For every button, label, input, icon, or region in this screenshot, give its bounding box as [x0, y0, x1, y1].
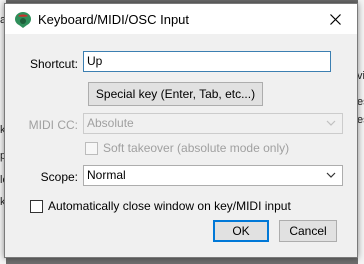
- close-icon: [329, 13, 341, 25]
- keyboard-midi-osc-input-dialog: Keyboard/MIDI/OSC Input Shortcut: Up Spe…: [4, 3, 358, 258]
- window-title: Keyboard/MIDI/OSC Input: [38, 12, 190, 27]
- midi-cc-select: Absolute: [83, 113, 343, 134]
- auto-close-checkbox[interactable]: Automatically close window on key/MIDI i…: [30, 199, 291, 213]
- background-fragment: es: [357, 96, 364, 108]
- background-app-right: [358, 0, 364, 264]
- chevron-down-icon: [326, 120, 336, 126]
- scope-value: Normal: [87, 168, 126, 182]
- auto-close-label: Automatically close window on key/MIDI i…: [48, 199, 291, 213]
- title-bar[interactable]: Keyboard/MIDI/OSC Input: [5, 4, 357, 34]
- close-button[interactable]: [313, 4, 357, 34]
- midi-cc-value: Absolute: [87, 116, 134, 130]
- ok-button[interactable]: OK: [213, 220, 269, 242]
- chevron-down-icon: [326, 172, 336, 178]
- reaper-logo-icon: [15, 12, 31, 28]
- cancel-button[interactable]: Cancel: [279, 220, 337, 242]
- background-fragment: es: [357, 114, 364, 126]
- checkbox-box[interactable]: [30, 199, 43, 213]
- scope-label: Scope:: [40, 170, 78, 184]
- soft-takeover-label: Soft takeover (absolute mode only): [103, 141, 290, 155]
- shortcut-label: Shortcut:: [29, 57, 78, 71]
- shortcut-input[interactable]: Up: [83, 51, 331, 72]
- scope-select[interactable]: Normal: [83, 165, 343, 186]
- soft-takeover-checkbox: Soft takeover (absolute mode only): [85, 141, 289, 155]
- background-fragment: vit: [357, 70, 364, 82]
- checkbox-box: [85, 141, 98, 155]
- special-key-button[interactable]: Special key (Enter, Tab, etc...): [88, 82, 263, 106]
- midi-cc-label: MIDI CC:: [28, 118, 78, 132]
